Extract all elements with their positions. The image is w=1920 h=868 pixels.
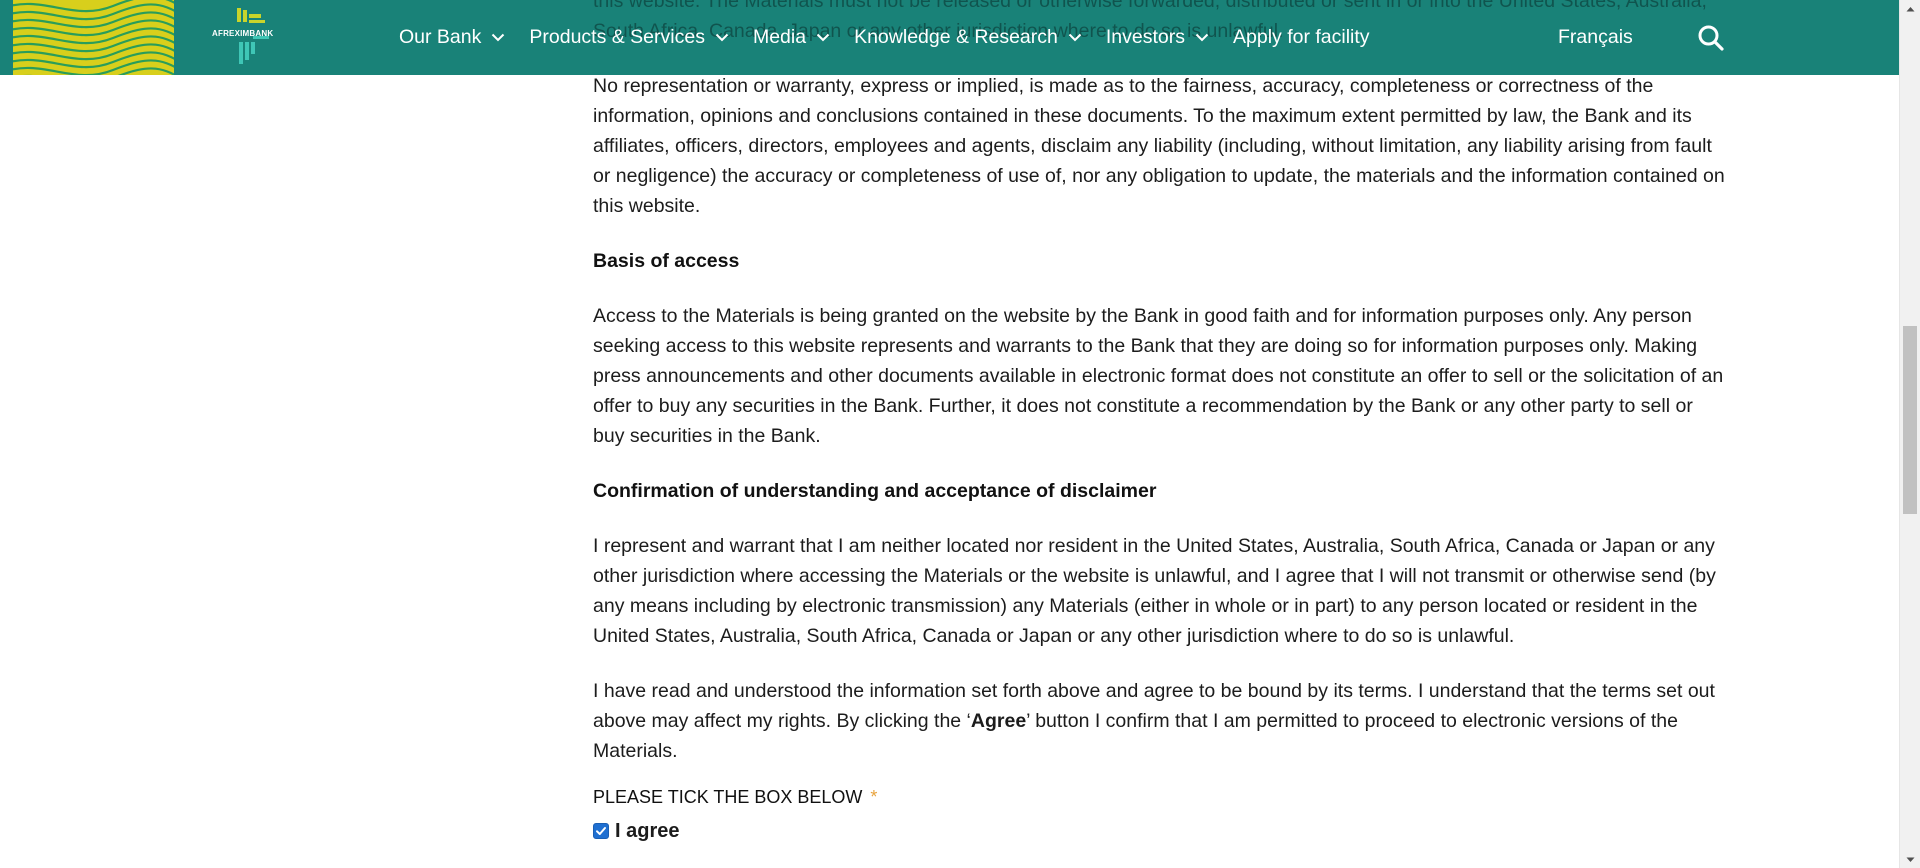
scroll-thumb[interactable] — [1903, 326, 1917, 514]
chevron-down-icon — [1195, 33, 1209, 42]
nav-label: Media — [752, 26, 807, 48]
nav-our-bank[interactable]: Our Bank — [399, 0, 505, 75]
read-understood-paragraph: I have read and understood the informati… — [593, 676, 1728, 766]
nav-label: Investors — [1105, 26, 1185, 48]
nav-media[interactable]: Media — [753, 0, 830, 75]
chevron-down-icon — [1068, 33, 1082, 42]
nav-label: Knowledge & Research — [854, 26, 1058, 48]
wave-pattern-icon — [13, 0, 174, 75]
nav-knowledge-research[interactable]: Knowledge & Research — [854, 0, 1082, 75]
representation-paragraph: No representation or warranty, express o… — [593, 75, 1725, 217]
afreximbank-logo[interactable]: AFREXIMBANK — [209, 6, 279, 70]
scroll-up-arrow-icon[interactable] — [1900, 0, 1920, 17]
basis-of-access-paragraph: Access to the Materials is being granted… — [593, 305, 1724, 447]
nav-apply-for-facility[interactable]: Apply for facility — [1233, 0, 1370, 75]
agree-emphasis: Agree — [970, 710, 1027, 732]
tick-box-label-text: PLEASE TICK THE BOX BELOW — [593, 787, 863, 807]
represent-warrant-paragraph: I represent and warrant that I am neithe… — [593, 535, 1716, 647]
chevron-down-icon — [491, 33, 505, 42]
main-navigation: Our Bank Products & Services Media Knowl… — [399, 0, 1394, 75]
agree-checkbox-row[interactable]: I agree — [593, 819, 1728, 843]
chevron-down-icon — [816, 33, 830, 42]
chevron-down-icon — [715, 33, 729, 42]
nav-label: Our Bank — [399, 26, 482, 48]
logo-mark-icon — [237, 8, 269, 64]
site-header: this website. The Materials must not be … — [0, 0, 1899, 75]
nav-label: Products & Services — [529, 26, 705, 48]
confirmation-heading: Confirmation of understanding and accept… — [593, 480, 1157, 502]
required-asterisk: * — [870, 787, 878, 807]
checkmark-icon — [596, 827, 606, 835]
language-switch[interactable]: Français — [1558, 0, 1633, 75]
search-icon[interactable] — [1697, 24, 1725, 52]
tick-box-label: PLEASE TICK THE BOX BELOW * — [593, 785, 1728, 809]
basis-of-access-heading: Basis of access — [593, 250, 740, 272]
nav-label: Apply for facility — [1233, 26, 1370, 48]
nav-products-services[interactable]: Products & Services — [529, 0, 729, 75]
page-scrollbar[interactable] — [1899, 0, 1920, 868]
logo-text: AFREXIMBANK — [212, 29, 274, 38]
brand-pattern — [13, 0, 174, 75]
nav-investors[interactable]: Investors — [1106, 0, 1209, 75]
agree-checkbox-label: I agree — [615, 820, 680, 842]
scroll-down-arrow-icon[interactable] — [1900, 851, 1920, 868]
agree-checkbox[interactable] — [593, 823, 609, 839]
disclaimer-content: this website. The Materials must not be … — [593, 0, 1728, 843]
